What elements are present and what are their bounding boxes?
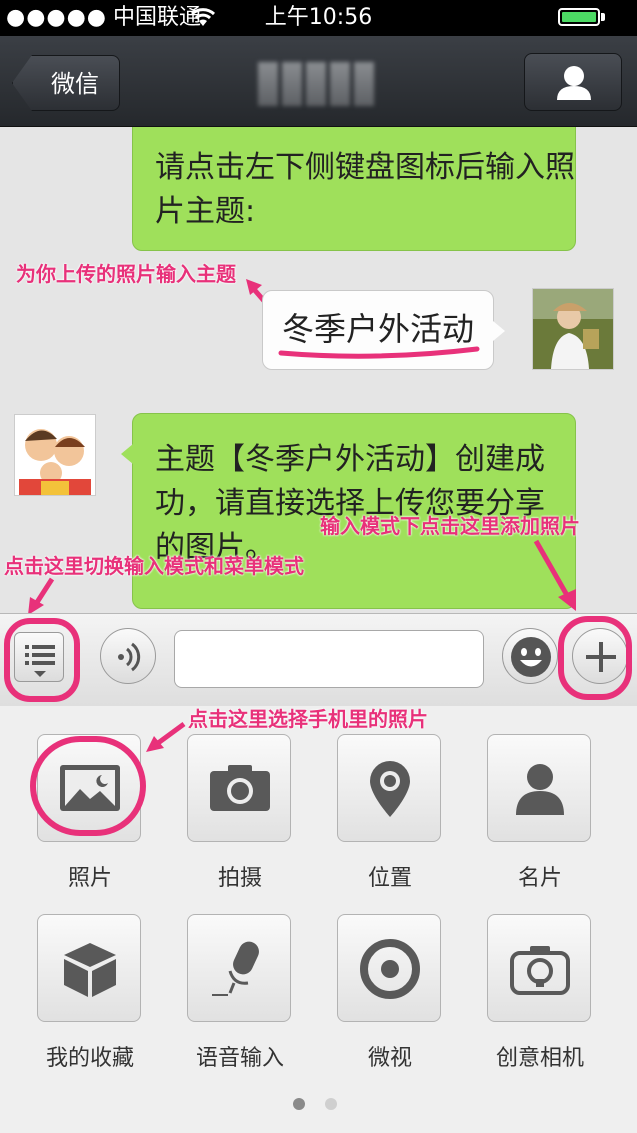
battery-tip <box>601 13 605 21</box>
message-text: 主题【冬季户外活动】创建成功，请直接选择上传您要分享的图片。 <box>155 442 545 565</box>
smiley-icon <box>511 637 551 677</box>
panel-item-label: 名片 <box>517 866 562 891</box>
highlight-ring <box>558 616 632 700</box>
favorites-box-icon <box>64 943 116 997</box>
panel-item-label: 拍摄 <box>217 866 262 891</box>
annotation-arrow-icon <box>28 577 55 613</box>
annotation-add-photo: 输入模式下点击这里添加照片 <box>320 514 580 538</box>
avatar-cartoon <box>15 415 95 495</box>
avatar-photo <box>533 289 613 369</box>
message-text: 请点击左下侧键盘图标后输入照片主题: <box>155 150 575 229</box>
annotation-arrow-icon <box>146 721 186 752</box>
annotation-enter-topic: 为你上传的照片输入主题 <box>16 262 236 286</box>
microphone-icon <box>212 941 259 996</box>
status-bar: ●●●●● 中国联通 上午10:56 <box>0 0 637 36</box>
input-bar <box>0 613 637 707</box>
contact-card-icon <box>516 764 564 815</box>
panel-item-label: 我的收藏 <box>45 1046 134 1071</box>
message-bubble-bot: 主题【冬季户外活动】创建成功，请直接选择上传您要分享的图片。 <box>121 413 576 609</box>
message-input[interactable] <box>174 630 484 688</box>
page-indicator-dot-active[interactable] <box>293 1098 305 1110</box>
annotation-switch-mode: 点击这里切换输入模式和菜单模式 <box>4 554 304 578</box>
panel-item-voice-input[interactable] <box>187 914 291 1022</box>
annotation-arrow-icon <box>533 539 576 611</box>
panel-item-label: 微视 <box>367 1046 412 1071</box>
message-bubble-me: 冬季户外活动 <box>262 290 505 370</box>
annotation-choose-photo: 点击这里选择手机里的照片 <box>188 707 428 731</box>
battery-icon <box>558 8 600 26</box>
panel-item-contact-card[interactable] <box>487 734 591 842</box>
sound-wave-icon <box>118 642 141 672</box>
back-button[interactable]: 微信 <box>12 55 120 111</box>
avatar-me[interactable] <box>532 288 614 370</box>
panel-item-label: 照片 <box>67 866 112 891</box>
panel-item-creative-camera[interactable] <box>487 914 591 1022</box>
profile-button[interactable] <box>524 53 622 111</box>
underline-highlight <box>278 346 480 359</box>
attachment-panel: 点击这里选择手机里的照片 照片 拍摄 位置 名片 我的收藏 语音输入 微视 创意… <box>0 706 637 1133</box>
panel-item-label: 创意相机 <box>495 1046 584 1071</box>
avatar-bot[interactable] <box>14 414 96 496</box>
weishi-icon <box>360 939 420 999</box>
chat-title-redacted <box>258 62 380 106</box>
highlight-ring <box>30 736 146 836</box>
voice-button[interactable] <box>100 628 156 684</box>
chat-area: 请点击左下侧键盘图标后输入照片主题: 为你上传的照片输入主题 冬季户外活动 主题… <box>0 127 637 613</box>
highlight-ring <box>4 618 80 702</box>
nav-bar: 微信 <box>0 36 637 127</box>
panel-item-location[interactable] <box>337 734 441 842</box>
message-bubble-bot: 请点击左下侧键盘图标后输入照片主题: <box>132 127 576 251</box>
clock: 上午10:56 <box>264 5 373 30</box>
page-indicator-dot[interactable] <box>325 1098 337 1110</box>
panel-item-weishi[interactable] <box>337 914 441 1022</box>
camera-icon <box>210 765 270 811</box>
creative-camera-icon <box>510 946 570 995</box>
panel-item-camera[interactable] <box>187 734 291 842</box>
panel-item-label: 位置 <box>367 866 412 891</box>
person-icon <box>557 66 591 100</box>
location-pin-icon <box>370 761 410 817</box>
panel-item-favorites[interactable] <box>37 914 141 1022</box>
panel-item-label: 语音输入 <box>195 1046 284 1071</box>
emoji-button[interactable] <box>502 628 558 684</box>
